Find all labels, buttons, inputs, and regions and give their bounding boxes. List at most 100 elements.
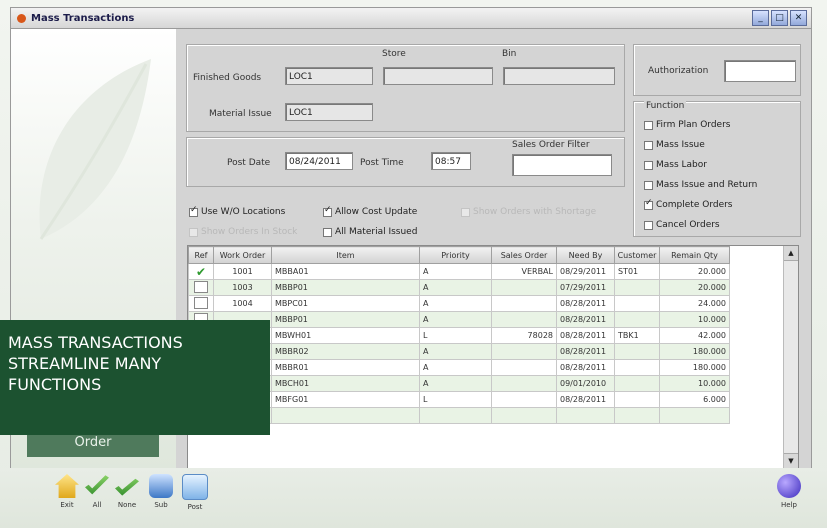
complete-orders-checkbox[interactable]: Complete Orders [644, 198, 733, 210]
sales-order-cell [491, 375, 557, 392]
checkbox-label: Show Orders In Stock [201, 227, 298, 237]
mass-labor-checkbox[interactable]: Mass Labor [644, 160, 707, 170]
priority-cell: A [419, 359, 492, 376]
all-material-issued-checkbox[interactable]: All Material Issued [323, 227, 417, 237]
app-icon [17, 13, 26, 23]
remain-qty-cell: 20.000 [659, 263, 730, 280]
caption-line-3: FUNCTIONS [8, 375, 102, 394]
grid-scrollbar[interactable]: ▲ ▼ [783, 246, 798, 468]
item-cell: MBBR01 [271, 359, 420, 376]
post-envelope-icon [182, 474, 208, 500]
store-label: Store [382, 49, 406, 59]
checkbox-box[interactable] [644, 120, 653, 130]
allow-cost-update-checkbox[interactable]: Allow Cost Update [323, 205, 417, 217]
sales-order-cell [491, 391, 557, 408]
priority-cell [419, 407, 492, 424]
customer-cell [614, 343, 660, 360]
grid-header-row: Ref Work Order Item Priority Sales Order… [188, 246, 730, 264]
col-header-sales-order[interactable]: Sales Order [491, 246, 557, 264]
post-button[interactable]: Post [180, 474, 210, 511]
finished-goods-bin-field[interactable] [503, 67, 615, 85]
sub-button[interactable]: Sub [146, 474, 176, 509]
item-cell: MBPC01 [271, 295, 420, 312]
disabled-option-checkbox-2: Show Orders In Stock [189, 227, 297, 237]
disabled-option-checkbox-1: Show Orders with Shortage [461, 207, 596, 217]
checkbox-box[interactable] [644, 220, 653, 230]
work-order-cell: 1001 [213, 263, 272, 280]
work-order-grid[interactable]: Ref Work Order Item Priority Sales Order… [187, 245, 799, 469]
checkbox-box[interactable] [644, 180, 653, 190]
item-cell: MBBP01 [271, 279, 420, 296]
checkbox-box [189, 227, 198, 237]
item-cell [271, 407, 420, 424]
col-header-need-by[interactable]: Need By [556, 246, 615, 264]
mass-issue-return-checkbox[interactable]: Mass Issue and Return [644, 180, 757, 190]
row-select-checkbox[interactable] [188, 279, 214, 296]
cancel-orders-checkbox[interactable]: Cancel Orders [644, 220, 720, 230]
sales-order-filter-field[interactable] [512, 154, 612, 176]
checkbox-box[interactable] [189, 205, 198, 217]
material-issue-label: Material Issue [209, 109, 272, 119]
help-button[interactable]: Help [774, 474, 804, 509]
close-button[interactable]: ✕ [790, 10, 807, 26]
use-wo-locations-checkbox[interactable]: Use W/O Locations [189, 205, 286, 217]
sales-order-filter-label: Sales Order Filter [512, 140, 590, 150]
row-select-checkbox[interactable] [188, 295, 214, 312]
authorization-label: Authorization [648, 66, 709, 76]
bin-label: Bin [502, 49, 517, 59]
select-all-button[interactable]: All [82, 474, 112, 509]
checkmark-icon[interactable]: ✔ [196, 265, 206, 279]
minimize-button[interactable]: _ [752, 10, 769, 26]
customer-cell [614, 391, 660, 408]
exit-button[interactable]: Exit [52, 474, 82, 509]
title-bar: Mass Transactions _ □ ✕ [10, 7, 812, 29]
need-by-cell: 08/28/2011 [556, 391, 615, 408]
col-header-ref[interactable]: Ref [188, 246, 214, 264]
row-checkbox-box[interactable] [194, 296, 208, 309]
checkbox-label: Complete Orders [656, 200, 733, 210]
row-select-checkbox[interactable]: ✔ [188, 263, 214, 280]
checkbox-box[interactable] [644, 140, 653, 150]
priority-cell: L [419, 327, 492, 344]
scroll-up-icon[interactable]: ▲ [784, 246, 798, 261]
table-row[interactable]: 1003 MBBP01 A 07/29/2011 20.000 [188, 279, 730, 296]
firm-plan-orders-checkbox[interactable]: Firm Plan Orders [644, 120, 730, 130]
finished-goods-store-field[interactable] [383, 67, 493, 85]
printer-icon [149, 474, 173, 498]
checkbox-box[interactable] [644, 198, 653, 210]
remain-qty-cell: 180.000 [659, 343, 730, 360]
checkbox-box[interactable] [323, 227, 332, 237]
col-header-priority[interactable]: Priority [419, 246, 492, 264]
checkbox-box[interactable] [323, 205, 332, 217]
mass-issue-checkbox[interactable]: Mass Issue [644, 140, 705, 150]
priority-cell: L [419, 391, 492, 408]
col-header-remain-qty[interactable]: Remain Qty [659, 246, 730, 264]
remain-qty-cell: 20.000 [659, 279, 730, 296]
post-time-field[interactable]: 08:57 [431, 152, 471, 170]
row-checkbox-box[interactable] [194, 280, 208, 293]
checkbox-label: Mass Issue [656, 140, 705, 150]
customer-cell [614, 375, 660, 392]
checkbox-label: All Material Issued [335, 227, 418, 237]
checkbox-box[interactable] [644, 160, 653, 170]
col-header-customer[interactable]: Customer [614, 246, 660, 264]
col-header-item[interactable]: Item [271, 246, 420, 264]
post-date-field[interactable]: 08/24/2011 [285, 152, 353, 170]
sales-order-cell [491, 407, 557, 424]
col-header-work-order[interactable]: Work Order [213, 246, 272, 264]
checkbox-label: Use W/O Locations [201, 207, 286, 217]
work-order-cell: 1003 [213, 279, 272, 296]
need-by-cell: 08/28/2011 [556, 343, 615, 360]
authorization-field[interactable] [724, 60, 796, 82]
item-cell: MBWH01 [271, 327, 420, 344]
finished-goods-location-field[interactable]: LOC1 [285, 67, 373, 85]
function-group: Function Firm Plan Orders Mass Issue Mas… [633, 101, 801, 237]
table-row[interactable]: 1004 MBPC01 A 08/28/2011 24.000 [188, 295, 730, 312]
maximize-button[interactable]: □ [771, 10, 788, 26]
scroll-down-icon[interactable]: ▼ [784, 453, 798, 468]
table-row[interactable]: ✔ 1001 MBBA01 A VERBAL 08/29/2011 ST01 20.000 [188, 263, 730, 280]
item-cell: MBCH01 [271, 375, 420, 392]
material-issue-location-field[interactable]: LOC1 [285, 103, 373, 121]
item-cell: MBBR02 [271, 343, 420, 360]
select-none-button[interactable]: None [112, 474, 142, 509]
